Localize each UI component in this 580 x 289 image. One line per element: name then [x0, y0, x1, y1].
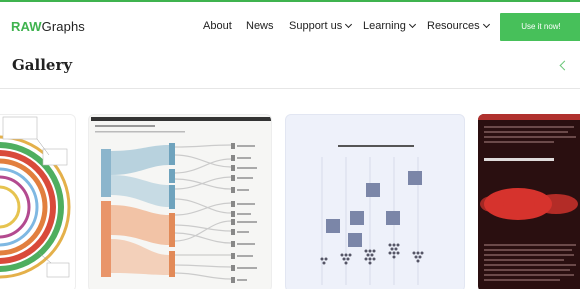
page-title: Gallery	[12, 56, 73, 74]
chevron-down-icon	[482, 20, 490, 29]
main-nav: About News Support us Learning Resources	[0, 20, 580, 36]
nav-item-label: Learning	[363, 20, 406, 32]
gallery-card-dark-article[interactable]	[478, 114, 580, 289]
alluvial-thumbnail	[91, 117, 271, 283]
radial-chart-thumbnail	[0, 116, 71, 279]
gallery-card-alluvial[interactable]	[88, 114, 272, 289]
chevron-left-icon[interactable]	[559, 60, 570, 71]
gallery-card-radial[interactable]	[0, 114, 76, 289]
site-header: RAWGraphs About News Support us Learning…	[0, 6, 580, 48]
nav-item-resources[interactable]: Resources	[427, 20, 490, 32]
nav-item-label: News	[246, 20, 274, 32]
beeswarm-thumbnail	[320, 145, 424, 285]
nav-item-label: About	[203, 20, 232, 32]
nav-item-label: Resources	[427, 20, 480, 32]
chevron-down-icon	[345, 20, 353, 29]
nav-item-learning[interactable]: Learning	[363, 20, 416, 32]
top-accent-bar	[0, 0, 580, 4]
nav-item-support-us[interactable]: Support us	[289, 20, 353, 32]
chevron-down-icon	[408, 20, 416, 29]
divider	[0, 88, 580, 89]
nav-item-news[interactable]: News	[246, 20, 274, 32]
gallery-card-beeswarm[interactable]	[285, 114, 465, 289]
nav-item-about[interactable]: About	[203, 20, 232, 32]
dark-article-thumbnail	[478, 114, 580, 281]
nav-item-label: Support us	[289, 20, 343, 32]
use-it-now-button[interactable]: Use it now!	[500, 13, 580, 41]
